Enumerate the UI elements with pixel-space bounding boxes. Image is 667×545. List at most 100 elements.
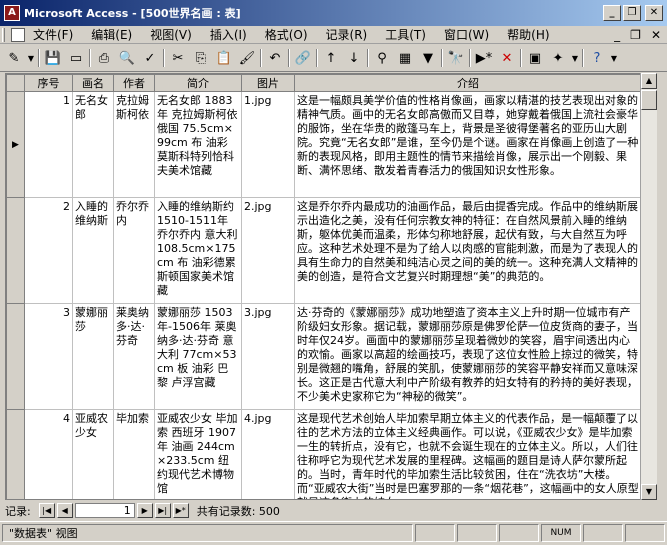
- table-row[interactable]: 3 蒙娜丽莎 莱奥纳多·达·芬奇 蒙娜丽莎 1503年-1506年 莱奥纳多·达…: [6, 303, 642, 410]
- record-selector[interactable]: [6, 303, 25, 410]
- hyperlink-icon[interactable]: 🔗: [293, 48, 313, 68]
- delete-record-icon[interactable]: ✕: [497, 48, 517, 68]
- toolbar-separator: [469, 49, 471, 67]
- dropdown-arrow-icon[interactable]: ▼: [610, 48, 618, 68]
- column-header-id[interactable]: 序号: [24, 74, 73, 92]
- dropdown-arrow-icon[interactable]: ▼: [27, 48, 35, 68]
- toolbar-separator: [367, 49, 369, 67]
- table-row[interactable]: 2 入睡的维纳斯 乔尔乔内 入睡的维纳斯约1510-1511年 乔尔乔内 意大利…: [6, 197, 642, 304]
- cell-name: 入睡的维纳斯: [75, 200, 108, 227]
- dropdown-arrow-icon[interactable]: ▼: [571, 48, 579, 68]
- cell-image: 4.jpg: [244, 412, 272, 425]
- current-record-indicator-icon[interactable]: ▶: [6, 91, 25, 198]
- status-cell: [583, 523, 623, 542]
- spelling-icon[interactable]: ✓: [140, 48, 160, 68]
- undo-icon[interactable]: ↶: [265, 48, 285, 68]
- print-preview-icon[interactable]: 🔍: [117, 48, 137, 68]
- column-header-author[interactable]: 作者: [113, 74, 155, 92]
- apply-filter-icon[interactable]: ▼: [418, 48, 438, 68]
- toolbar-separator: [441, 49, 443, 67]
- cell-image: 3.jpg: [244, 306, 272, 319]
- scroll-down-icon[interactable]: ▼: [641, 484, 657, 500]
- cut-icon[interactable]: ✂: [168, 48, 188, 68]
- column-header-image[interactable]: 图片: [241, 74, 295, 92]
- doc-restore-icon[interactable]: ❐: [630, 28, 641, 42]
- previous-record-icon[interactable]: ◀: [56, 503, 73, 518]
- cell-id: 2: [63, 200, 70, 213]
- cell-intro: 这是现代艺术创始人毕加索早期立体主义的代表作品，是一幅颠覆了以往的艺术方法的立体…: [297, 412, 639, 499]
- column-header-intro[interactable]: 介绍: [294, 74, 642, 92]
- close-button[interactable]: ✕: [645, 5, 663, 21]
- cell-intro: 这是一幅颇具美学价值的性格肖像画，画家以精湛的技艺表现出对象的精神气质。画中的无…: [297, 94, 639, 177]
- datasheet-table: 序号 画名 作者 简介 图片 介绍 ▶ 1 无名女郎 克拉姆斯柯依 无名女郎 1…: [6, 74, 642, 499]
- find-icon[interactable]: 🔭: [446, 48, 466, 68]
- table-row[interactable]: ▶ 1 无名女郎 克拉姆斯柯依 无名女郎 1883年 克拉姆斯柯依 俄国 75.…: [6, 91, 642, 198]
- column-header-brief[interactable]: 简介: [154, 74, 242, 92]
- restore-button[interactable]: ❐: [623, 5, 641, 21]
- record-navigation-bar: 记录: |◀ ◀ 1 ▶ ▶| ▶* 共有记录数: 500: [5, 502, 657, 519]
- filter-by-selection-icon[interactable]: ⚲: [372, 48, 392, 68]
- menu-insert[interactable]: 插入(I): [210, 26, 247, 43]
- status-cell: [415, 523, 455, 542]
- paste-icon[interactable]: 📋: [214, 48, 234, 68]
- menu-edit[interactable]: 编辑(E): [91, 26, 132, 43]
- toolbar-separator: [582, 49, 584, 67]
- vertical-scrollbar[interactable]: ▲ ▼: [640, 73, 657, 500]
- access-app-icon[interactable]: A: [4, 5, 20, 21]
- scroll-thumb[interactable]: [641, 90, 657, 110]
- new-record-nav-icon[interactable]: ▶*: [172, 503, 189, 518]
- menu-file[interactable]: 文件(F): [33, 26, 73, 43]
- menu-view[interactable]: 视图(V): [150, 26, 192, 43]
- new-record-icon[interactable]: ▶*: [474, 48, 494, 68]
- cell-name: 蒙娜丽莎: [75, 306, 108, 333]
- document-icon[interactable]: [11, 27, 25, 42]
- help-icon[interactable]: ?: [587, 48, 607, 68]
- status-cell: [499, 523, 539, 542]
- cell-id: 1: [63, 94, 70, 107]
- table-row[interactable]: 4 亚威农少女 毕加索 亚威农少女 毕加索 西班牙 1907年 油画 244cm…: [6, 409, 642, 499]
- menu-window[interactable]: 窗口(W): [444, 26, 489, 43]
- cell-name: 亚威农少女: [75, 412, 108, 439]
- scroll-up-icon[interactable]: ▲: [641, 73, 657, 89]
- filter-by-form-icon[interactable]: ▦: [395, 48, 415, 68]
- toolbar-separator: [316, 49, 318, 67]
- status-cell: [457, 523, 497, 542]
- record-label: 记录:: [5, 504, 31, 518]
- sort-ascending-icon[interactable]: ↑: [321, 48, 341, 68]
- save-icon[interactable]: 💾: [43, 48, 63, 68]
- window-title: Microsoft Access - [500世界名画 : 表]: [24, 7, 241, 20]
- record-selector[interactable]: [6, 409, 25, 499]
- record-selector[interactable]: [6, 197, 25, 304]
- sort-descending-icon[interactable]: ↓: [344, 48, 364, 68]
- cell-brief: 蒙娜丽莎 1503年-1506年 莱奥纳多·达·芬奇 意大利 77cm×53cm…: [157, 306, 237, 389]
- current-record-input[interactable]: 1: [74, 503, 135, 518]
- status-cell: [625, 523, 665, 542]
- toolbar-separator: [163, 49, 165, 67]
- format-painter-icon[interactable]: 🖌: [237, 48, 257, 68]
- find-file-icon[interactable]: ▭: [66, 48, 86, 68]
- header-row: 序号 画名 作者 简介 图片 介绍: [6, 74, 642, 92]
- new-object-icon[interactable]: ✦: [548, 48, 568, 68]
- title-bar: A Microsoft Access - [500世界名画 : 表] _ ❐ ✕: [0, 0, 667, 26]
- menu-help[interactable]: 帮助(H): [507, 26, 549, 43]
- view-icon[interactable]: ✎: [4, 48, 24, 68]
- cell-name: 无名女郎: [75, 94, 108, 121]
- select-all-corner[interactable]: [6, 74, 25, 92]
- doc-minimize-icon[interactable]: _: [614, 28, 620, 42]
- doc-close-icon[interactable]: ✕: [651, 28, 661, 42]
- first-record-icon[interactable]: |◀: [38, 503, 55, 518]
- last-record-icon[interactable]: ▶|: [154, 503, 171, 518]
- copy-icon[interactable]: ⎘: [191, 48, 211, 68]
- menu-format[interactable]: 格式(O): [265, 26, 308, 43]
- database-window-icon[interactable]: ▣: [525, 48, 545, 68]
- print-icon[interactable]: ⎙: [94, 48, 114, 68]
- column-header-name[interactable]: 画名: [72, 74, 114, 92]
- next-record-icon[interactable]: ▶: [136, 503, 153, 518]
- menu-tools[interactable]: 工具(T): [385, 26, 426, 43]
- menu-records[interactable]: 记录(R): [326, 26, 368, 43]
- datasheet-grid[interactable]: 序号 画名 作者 简介 图片 介绍 ▶ 1 无名女郎 克拉姆斯柯依 无名女郎 1…: [5, 73, 657, 500]
- minimize-button[interactable]: _: [603, 5, 621, 21]
- menu-grip[interactable]: [2, 27, 5, 42]
- status-num: NUM: [541, 523, 581, 542]
- status-bar: "数据表" 视图 NUM: [0, 521, 667, 543]
